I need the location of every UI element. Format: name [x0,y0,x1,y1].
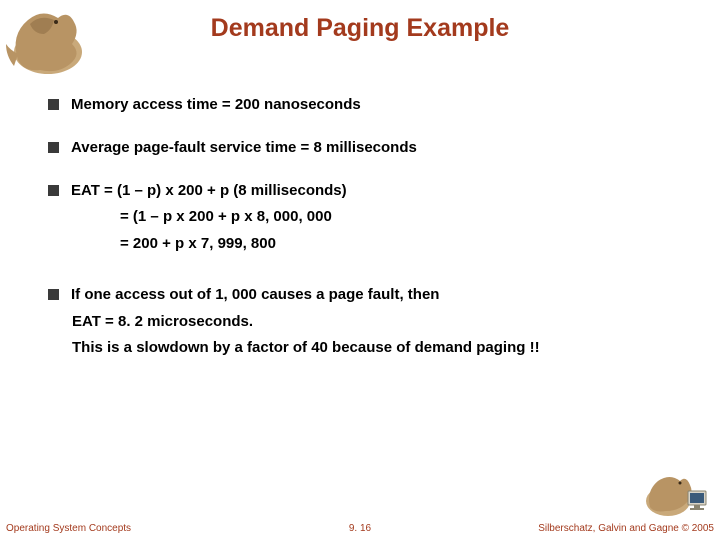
bullet-item: Memory access time = 200 nanoseconds [48,96,688,115]
footer-copyright: Silberschatz, Galvin and Gagne © 2005 [538,523,714,534]
bullet-sublines: EAT = 8. 2 microseconds. This is a slowd… [72,313,688,359]
square-bullet-icon [48,142,59,153]
bullet-text: If one access out of 1, 000 causes a pag… [71,286,439,305]
slide-title: Demand Paging Example [0,14,720,43]
slide-content: Memory access time = 200 nanoseconds Ave… [48,96,688,382]
bullet-sublines: = (1 – p x 200 + p x 8, 000, 000 = 200 +… [120,208,688,254]
bullet-text: Memory access time = 200 nanoseconds [71,96,361,115]
slide: Demand Paging Example Memory access time… [0,0,720,540]
square-bullet-icon [48,185,59,196]
bullet-item: If one access out of 1, 000 causes a pag… [48,286,688,358]
dinosaur-monitor-icon [640,465,710,520]
sub-text: This is a slowdown by a factor of 40 bec… [72,339,688,358]
bullet-text: Average page-fault service time = 8 mill… [71,139,417,158]
square-bullet-icon [48,99,59,110]
bullet-item: Average page-fault service time = 8 mill… [48,139,688,158]
sub-text: = (1 – p x 200 + p x 8, 000, 000 [120,208,688,227]
sub-text: EAT = 8. 2 microseconds. [72,313,688,332]
bullet-item: EAT = (1 – p) x 200 + p (8 milliseconds)… [48,182,688,254]
sub-text: = 200 + p x 7, 999, 800 [120,235,688,254]
square-bullet-icon [48,289,59,300]
bullet-text: EAT = (1 – p) x 200 + p (8 milliseconds) [71,182,347,201]
